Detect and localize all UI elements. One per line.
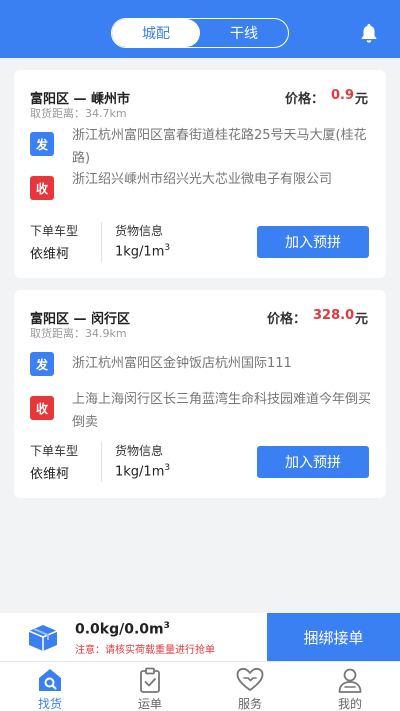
bottom-tabbar: 找货 运单 服务 我的 bbox=[0, 661, 400, 711]
package-icon bbox=[28, 625, 58, 651]
clipboard-icon bbox=[140, 667, 160, 693]
bundle-weight: 0.0kg/0.0m3 bbox=[75, 621, 170, 638]
tab-label: 我的 bbox=[337, 697, 362, 711]
tab-waybill[interactable]: 运单 bbox=[100, 662, 200, 711]
vehicle-type-value: 依维柯 bbox=[30, 467, 70, 482]
pickup-distance: 取货距离：34.9km bbox=[30, 327, 127, 340]
tab-label: 找货 bbox=[37, 697, 62, 711]
receiver-badge: 收 bbox=[30, 176, 54, 200]
tab-label: 服务 bbox=[237, 697, 262, 711]
sender-address: 浙江杭州富阳区金钟饭店杭州国际111 bbox=[72, 356, 292, 371]
order-card[interactable]: 富阳区 — 闵行区 取货距离：34.9km 价格： 328.0 元 发 浙江杭州… bbox=[14, 290, 386, 498]
price-unit: 元 bbox=[355, 92, 369, 107]
join-pool-button[interactable]: 加入预拼 bbox=[257, 446, 369, 478]
join-pool-button[interactable]: 加入预拼 bbox=[257, 226, 369, 258]
bundle-warning: 注意：请核实荷载重量进行抢单 bbox=[75, 645, 215, 656]
sender-address: 浙江杭州富阳区富春街道桂花路25号天马大厦(桂花路) bbox=[72, 128, 367, 166]
tab-city-delivery[interactable]: 城配 bbox=[112, 19, 200, 47]
price-value: 328.0 bbox=[313, 308, 355, 323]
tab-mine[interactable]: 我的 bbox=[300, 662, 400, 711]
cargo-info-label: 货物信息 bbox=[115, 224, 164, 238]
price-label: 价格： bbox=[267, 312, 307, 327]
order-card[interactable]: 富阳区 — 嵊州市 取货距离：34.7km 价格： 0.9 元 发 浙江杭州富阳… bbox=[14, 70, 386, 278]
vehicle-type-label: 下单车型 bbox=[30, 224, 79, 238]
vehicle-type-value: 依维柯 bbox=[30, 247, 70, 262]
cargo-info-value: 1kg/1m3 bbox=[115, 243, 171, 260]
price-label: 价格： bbox=[285, 92, 325, 107]
vehicle-type-label: 下单车型 bbox=[30, 444, 79, 458]
sender-badge: 发 bbox=[30, 132, 54, 156]
bell-icon[interactable] bbox=[358, 22, 380, 44]
tab-find-goods[interactable]: 找货 bbox=[0, 662, 100, 711]
receiver-address: 上海上海闵行区长三角蓝湾生命科技园难道今年倒买倒卖 bbox=[72, 392, 372, 430]
divider bbox=[101, 222, 102, 262]
cargo-info-value: 1kg/1m3 bbox=[115, 463, 171, 480]
bundle-bar: 0.0kg/0.0m3 注意：请核实荷载重量进行抢单 捆绑接单 bbox=[0, 613, 400, 661]
tab-service[interactable]: 服务 bbox=[200, 662, 300, 711]
mode-switch[interactable]: 城配 干线 bbox=[111, 18, 289, 48]
receiver-address: 浙江绍兴嵊州市绍兴光大芯业微电子有限公司 bbox=[72, 172, 333, 187]
pickup-distance: 取货距离：34.7km bbox=[30, 107, 127, 120]
tab-trunk-line[interactable]: 干线 bbox=[200, 19, 288, 47]
cargo-info-label: 货物信息 bbox=[115, 444, 164, 458]
price-value: 0.9 bbox=[331, 88, 355, 103]
tab-label: 运单 bbox=[137, 697, 162, 711]
home-search-icon bbox=[39, 669, 61, 691]
receiver-badge: 收 bbox=[30, 396, 54, 420]
divider bbox=[101, 442, 102, 482]
user-icon bbox=[338, 668, 362, 693]
heart-handshake-icon bbox=[236, 667, 264, 691]
bundle-accept-button[interactable]: 捆绑接单 bbox=[267, 613, 400, 661]
sender-badge: 发 bbox=[30, 352, 54, 376]
top-header: 城配 干线 bbox=[0, 0, 400, 58]
price-unit: 元 bbox=[355, 312, 369, 327]
